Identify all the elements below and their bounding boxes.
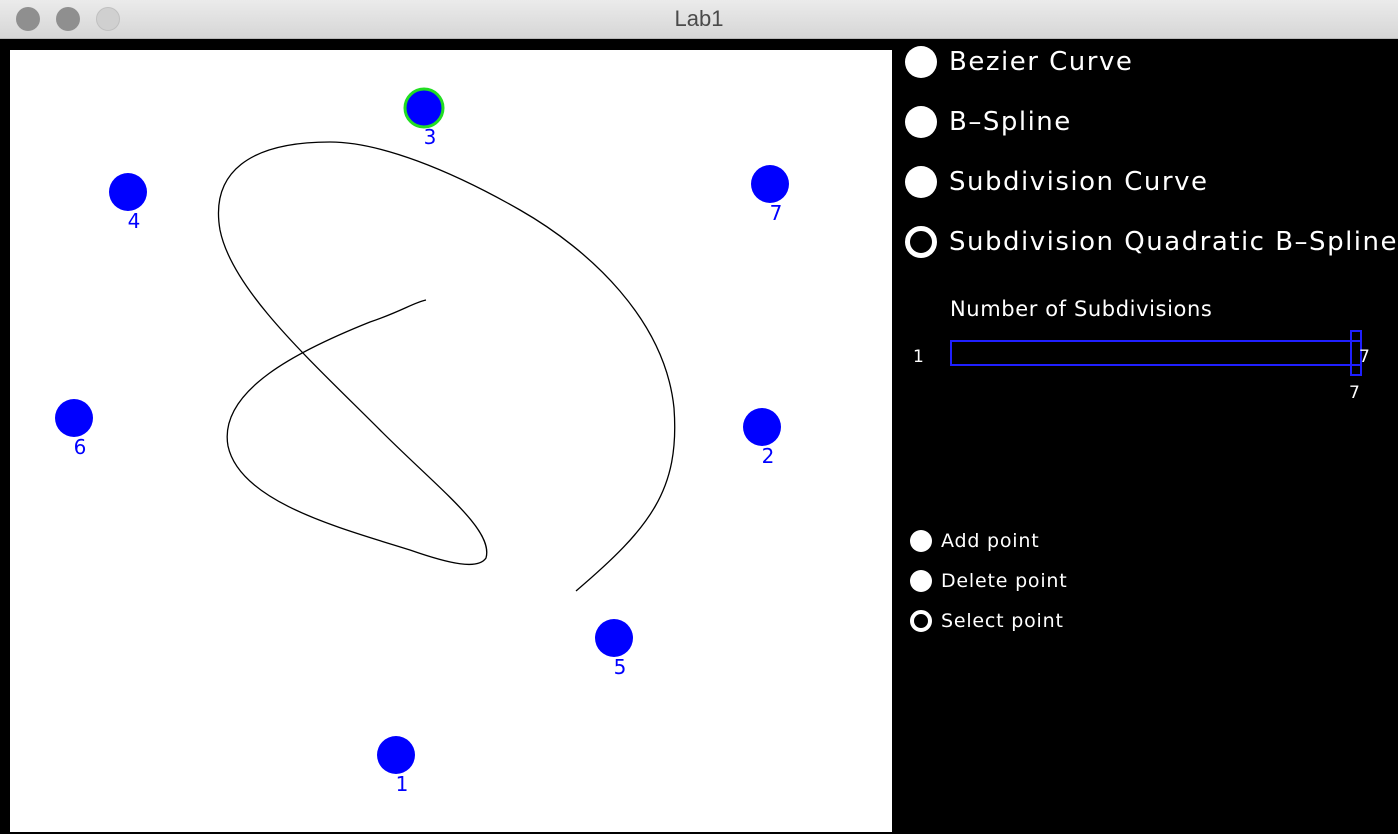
control-point-marker[interactable] bbox=[55, 399, 93, 437]
control-point-label: 2 bbox=[762, 444, 775, 468]
control-point-1[interactable]: 1 bbox=[377, 736, 415, 796]
subdivisions-slider-title: Number of Subdivisions bbox=[950, 297, 1213, 321]
control-point-2[interactable]: 2 bbox=[743, 408, 781, 468]
curve-option-b-spline[interactable]: B–Spline bbox=[905, 106, 1072, 138]
curve-option-label: Bezier Curve bbox=[949, 47, 1134, 77]
radio-indicator[interactable] bbox=[905, 46, 937, 78]
mode-option-delete-point[interactable]: Delete point bbox=[910, 570, 1068, 592]
subdivisions-slider-min: 1 bbox=[913, 347, 924, 367]
control-point-4[interactable]: 4 bbox=[109, 173, 147, 233]
control-point-marker[interactable] bbox=[751, 165, 789, 203]
curve-option-subdivision-quadratic-b-spline[interactable]: Subdivision Quadratic B–Spline bbox=[905, 226, 1398, 258]
control-point-label: 4 bbox=[128, 209, 141, 233]
radio-indicator[interactable] bbox=[905, 106, 937, 138]
curve-option-label: Subdivision Curve bbox=[949, 167, 1209, 197]
mode-option-label: Add point bbox=[941, 530, 1040, 552]
control-point-6[interactable]: 6 bbox=[55, 399, 93, 459]
control-point-marker[interactable] bbox=[743, 408, 781, 446]
control-point-label: 6 bbox=[74, 435, 87, 459]
radio-indicator[interactable] bbox=[905, 166, 937, 198]
control-point-5[interactable]: 5 bbox=[595, 619, 633, 679]
control-point-marker[interactable] bbox=[377, 736, 415, 774]
mode-option-add-point[interactable]: Add point bbox=[910, 530, 1039, 552]
mode-option-label: Select point bbox=[941, 610, 1064, 632]
control-point-label: 3 bbox=[424, 125, 437, 149]
radio-indicator[interactable] bbox=[910, 530, 932, 552]
curve-option-bezier[interactable]: Bezier Curve bbox=[905, 46, 1133, 78]
control-point-3[interactable]: 3 bbox=[403, 87, 445, 149]
curve-option-subdivision[interactable]: Subdivision Curve bbox=[905, 166, 1208, 198]
curve-canvas-svg[interactable]: 1 2 3 4 5 6 7 bbox=[10, 50, 892, 832]
control-point-marker[interactable] bbox=[403, 87, 445, 129]
subdivisions-slider-value: 7 bbox=[1349, 383, 1360, 403]
app-window: Lab1 1 2 3 4 5 6 7 Bezier Curve B–Spline Subdi… bbox=[0, 0, 1398, 834]
radio-indicator-selected[interactable] bbox=[910, 610, 932, 632]
radio-indicator-selected[interactable] bbox=[905, 226, 937, 258]
curve-option-label: B–Spline bbox=[949, 107, 1072, 137]
control-point-marker[interactable] bbox=[595, 619, 633, 657]
control-point-label: 5 bbox=[614, 655, 627, 679]
control-point-marker[interactable] bbox=[109, 173, 147, 211]
subdivisions-slider-track[interactable] bbox=[950, 340, 1362, 366]
mode-option-label: Delete point bbox=[941, 570, 1068, 592]
mode-option-select-point[interactable]: Select point bbox=[910, 610, 1064, 632]
control-point-label: 1 bbox=[396, 772, 409, 796]
subdivision-curve bbox=[217, 141, 676, 592]
control-point-label: 7 bbox=[770, 201, 783, 225]
drawing-canvas[interactable]: 1 2 3 4 5 6 7 bbox=[10, 50, 892, 832]
control-panel: Bezier Curve B–Spline Subdivision Curve … bbox=[893, 40, 1398, 834]
subdivisions-slider-max: 7 bbox=[1359, 347, 1370, 367]
title-bar[interactable]: Lab1 bbox=[0, 0, 1398, 39]
radio-indicator[interactable] bbox=[910, 570, 932, 592]
control-point-7[interactable]: 7 bbox=[751, 165, 789, 225]
curve-option-label: Subdivision Quadratic B–Spline bbox=[949, 227, 1398, 257]
window-title: Lab1 bbox=[674, 6, 724, 31]
